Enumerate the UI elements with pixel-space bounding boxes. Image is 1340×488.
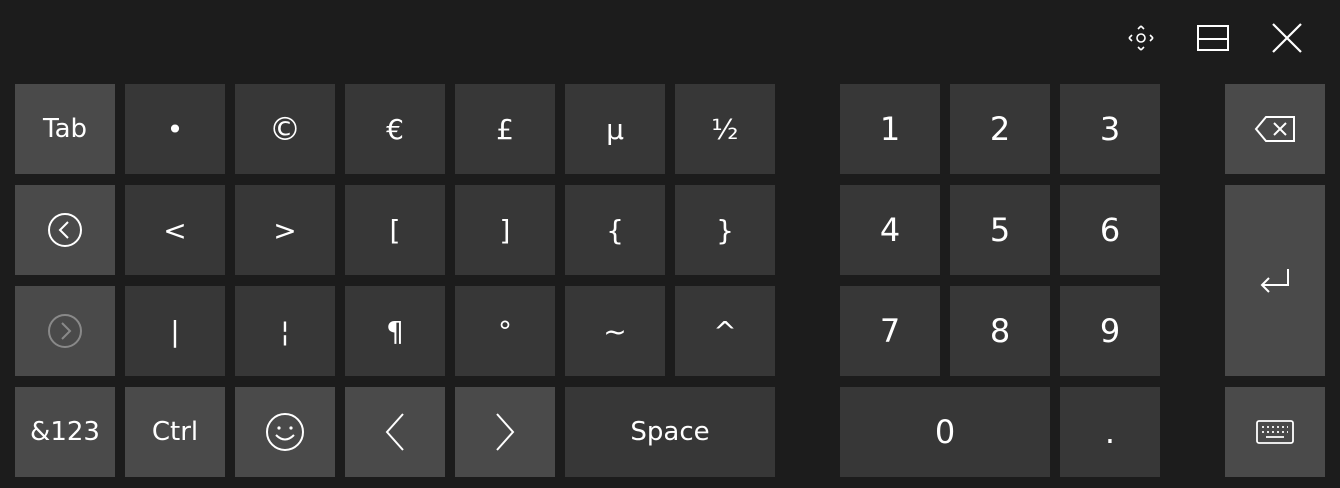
symbol-key-label: } (716, 213, 734, 247)
symbol-key-degree[interactable]: ° (455, 286, 555, 376)
symbol-key-caret[interactable]: ^ (675, 286, 775, 376)
symbol-key-label: ¦ (280, 314, 290, 348)
number-key-5[interactable]: 5 (950, 185, 1050, 275)
symbol-key-label: { (606, 213, 624, 247)
ctrl-key[interactable]: Ctrl (125, 387, 225, 477)
number-key-4[interactable]: 4 (840, 185, 940, 275)
number-key-0[interactable]: 0 (840, 387, 1050, 477)
symbol-key-pipe[interactable]: | (125, 286, 225, 376)
number-key-9[interactable]: 9 (1060, 286, 1160, 376)
backspace-key[interactable] (1225, 84, 1325, 174)
symbol-key-half[interactable]: ½ (675, 84, 775, 174)
symbol-key-label: © (269, 110, 301, 148)
space-key[interactable]: Space (565, 387, 775, 477)
number-key-3[interactable]: 3 (1060, 84, 1160, 174)
move-keyboard-button[interactable] (1116, 14, 1166, 62)
circle-right-icon (47, 313, 83, 349)
symbol-key-label: | (170, 314, 180, 348)
symbol-key-right-brace[interactable]: } (675, 185, 775, 275)
mode-switch-key[interactable]: &123 (15, 387, 115, 477)
number-key-label: 6 (1099, 211, 1121, 249)
symbol-key-label: £ (496, 112, 514, 146)
enter-key[interactable] (1225, 185, 1325, 376)
chevron-right-icon (493, 412, 517, 452)
symbol-key-pilcrow[interactable]: ¶ (345, 286, 445, 376)
number-key-label: 1 (879, 110, 901, 148)
emoji-key[interactable] (235, 387, 335, 477)
number-key-6[interactable]: 6 (1060, 185, 1160, 275)
symbol-key-euro[interactable]: € (345, 84, 445, 174)
decimal-key[interactable]: . (1060, 387, 1160, 477)
close-icon (1271, 22, 1303, 54)
symbol-key-bullet[interactable]: • (125, 84, 225, 174)
symbol-key-label: [ (389, 213, 401, 247)
symbol-key-label: ] (499, 213, 511, 247)
symbol-key-label: • (166, 112, 184, 146)
number-key-7[interactable]: 7 (840, 286, 940, 376)
emoji-icon (265, 412, 305, 452)
ctrl-key-label: Ctrl (151, 417, 199, 447)
number-key-label: 5 (989, 211, 1011, 249)
symbol-key-label: ¶ (386, 314, 404, 348)
symbol-key-label: > (273, 213, 297, 247)
number-key-label: 2 (989, 110, 1011, 148)
symbol-key-micro[interactable]: µ (565, 84, 665, 174)
symbol-key-label: € (386, 112, 404, 146)
circle-left-icon (47, 212, 83, 248)
number-key-label: 3 (1099, 110, 1121, 148)
dock-icon (1197, 25, 1229, 51)
space-key-label: Space (630, 417, 710, 447)
number-key-label: 9 (1099, 312, 1121, 350)
move-icon (1127, 24, 1155, 52)
keyboard-icon (1256, 420, 1294, 444)
dock-keyboard-button[interactable] (1188, 14, 1238, 62)
chevron-left-icon (383, 412, 407, 452)
symbol-key-broken-bar[interactable]: ¦ (235, 286, 335, 376)
symbol-key-copyright[interactable]: © (235, 84, 335, 174)
backspace-icon (1254, 115, 1296, 143)
close-keyboard-button[interactable] (1262, 14, 1312, 62)
number-key-label: 4 (879, 211, 901, 249)
previous-page-key[interactable] (15, 185, 115, 275)
symbol-key-greater-than[interactable]: > (235, 185, 335, 275)
tab-key[interactable]: Tab (15, 84, 115, 174)
next-page-key[interactable] (15, 286, 115, 376)
symbol-key-less-than[interactable]: < (125, 185, 225, 275)
number-key-label: 8 (989, 312, 1011, 350)
symbol-key-left-brace[interactable]: { (565, 185, 665, 275)
symbol-key-label: ½ (711, 112, 739, 146)
number-key-2[interactable]: 2 (950, 84, 1050, 174)
symbol-key-pound[interactable]: £ (455, 84, 555, 174)
symbol-key-label: µ (606, 112, 624, 146)
decimal-key-label: . (1104, 413, 1116, 451)
symbol-key-right-bracket[interactable]: ] (455, 185, 555, 275)
symbol-key-tilde[interactable]: ~ (565, 286, 665, 376)
symbol-key-left-bracket[interactable]: [ (345, 185, 445, 275)
number-key-1[interactable]: 1 (840, 84, 940, 174)
number-key-8[interactable]: 8 (950, 286, 1050, 376)
number-key-label: 7 (879, 312, 901, 350)
keyboard-layout-key[interactable] (1225, 387, 1325, 477)
mode-switch-label: &123 (30, 417, 100, 447)
symbol-key-label: ~ (603, 314, 627, 348)
symbol-key-label: ° (498, 314, 512, 348)
cursor-left-key[interactable] (345, 387, 445, 477)
symbol-key-label: ^ (713, 314, 737, 348)
tab-key-label: Tab (42, 114, 87, 144)
number-key-label: 0 (934, 413, 956, 451)
symbol-key-label: < (163, 213, 187, 247)
cursor-right-key[interactable] (455, 387, 555, 477)
enter-icon (1258, 267, 1292, 295)
